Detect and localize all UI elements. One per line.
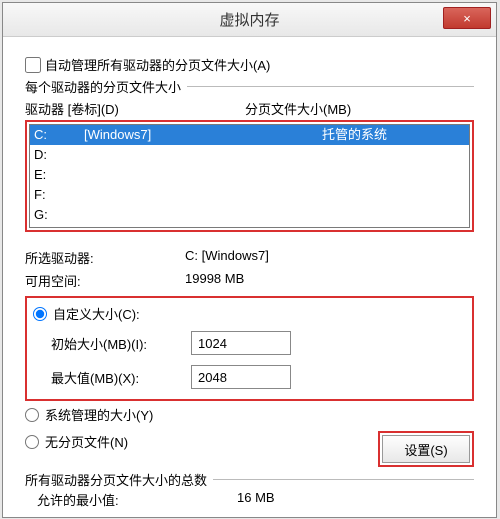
drive-volume-label [84,166,244,184]
free-space-value: 19998 MB [185,271,474,290]
system-managed-radio-row[interactable]: 系统管理的大小(Y) [25,405,474,424]
drive-info: 所选驱动器: C: [Windows7] 可用空间: 19998 MB [25,248,474,290]
drive-listbox[interactable]: C:[Windows7]托管的系统D:E:F:G: [29,124,470,228]
max-size-input[interactable] [191,365,291,389]
auto-manage-checkbox[interactable] [25,57,41,73]
drive-letter: C: [34,126,84,144]
drive-row[interactable]: D: [30,145,469,165]
drive-pagefile: 托管的系统 [244,126,465,144]
drive-row[interactable]: F: [30,185,469,205]
set-button-highlight: 设置(S) [378,431,474,467]
no-pagefile-label: 无分页文件(N) [45,432,128,451]
header-drive: 驱动器 [卷标](D) [25,99,245,118]
per-drive-group-label: 每个驱动器的分页文件大小 [25,77,187,96]
window-title: 虚拟内存 [219,9,279,30]
drive-list-headers: 驱动器 [卷标](D) 分页文件大小(MB) [25,99,474,118]
totals-group: 所有驱动器分页文件大小的总数 允许的最小值: 16 MB [25,479,474,509]
drive-volume-label [84,146,244,164]
custom-size-radio-label: 自定义大小(C): [53,304,140,323]
drive-row[interactable]: E: [30,165,469,185]
initial-size-label: 初始大小(MB)(I): [51,334,191,353]
drive-list-highlight: C:[Windows7]托管的系统D:E:F:G: [25,120,474,232]
custom-size-highlight: 自定义大小(C): 初始大小(MB)(I): 最大值(MB)(X): [25,296,474,401]
drive-letter: E: [34,166,84,184]
totals-group-label: 所有驱动器分页文件大小的总数 [25,470,213,489]
drive-letter: F: [34,186,84,204]
custom-size-radio-row[interactable]: 自定义大小(C): [33,304,466,323]
system-managed-radio[interactable] [25,408,39,422]
drive-pagefile [244,186,465,204]
per-drive-group: 每个驱动器的分页文件大小 驱动器 [卷标](D) 分页文件大小(MB) C:[W… [25,86,474,467]
close-icon: × [463,11,471,26]
drive-volume-label: [Windows7] [84,126,244,144]
selected-drive-label: 所选驱动器: [25,248,185,267]
drive-pagefile [244,206,465,224]
drive-letter: D: [34,146,84,164]
auto-manage-checkbox-row[interactable]: 自动管理所有驱动器的分页文件大小(A) [25,55,474,74]
drive-row[interactable]: C:[Windows7]托管的系统 [30,125,469,145]
drive-volume-label [84,206,244,224]
drive-volume-label [84,186,244,204]
drive-row[interactable]: G: [30,205,469,225]
auto-manage-label: 自动管理所有驱动器的分页文件大小(A) [45,55,270,74]
min-allowed-value: 16 MB [237,490,275,509]
min-allowed-label: 允许的最小值: [37,490,237,509]
max-size-label: 最大值(MB)(X): [51,368,191,387]
titlebar: 虚拟内存 × [3,3,496,37]
drive-pagefile [244,146,465,164]
selected-drive-value: C: [Windows7] [185,248,474,267]
no-pagefile-radio[interactable] [25,435,39,449]
dialog-body: 自动管理所有驱动器的分页文件大小(A) 每个驱动器的分页文件大小 驱动器 [卷标… [3,37,496,517]
drive-pagefile [244,166,465,184]
system-managed-label: 系统管理的大小(Y) [45,405,153,424]
free-space-label: 可用空间: [25,271,185,290]
custom-size-radio[interactable] [33,307,47,321]
close-button[interactable]: × [443,7,491,29]
virtual-memory-dialog: 虚拟内存 × 自动管理所有驱动器的分页文件大小(A) 每个驱动器的分页文件大小 … [2,2,497,518]
drive-letter: G: [34,206,84,224]
set-button[interactable]: 设置(S) [382,435,470,463]
initial-size-input[interactable] [191,331,291,355]
header-pagefile: 分页文件大小(MB) [245,99,474,118]
